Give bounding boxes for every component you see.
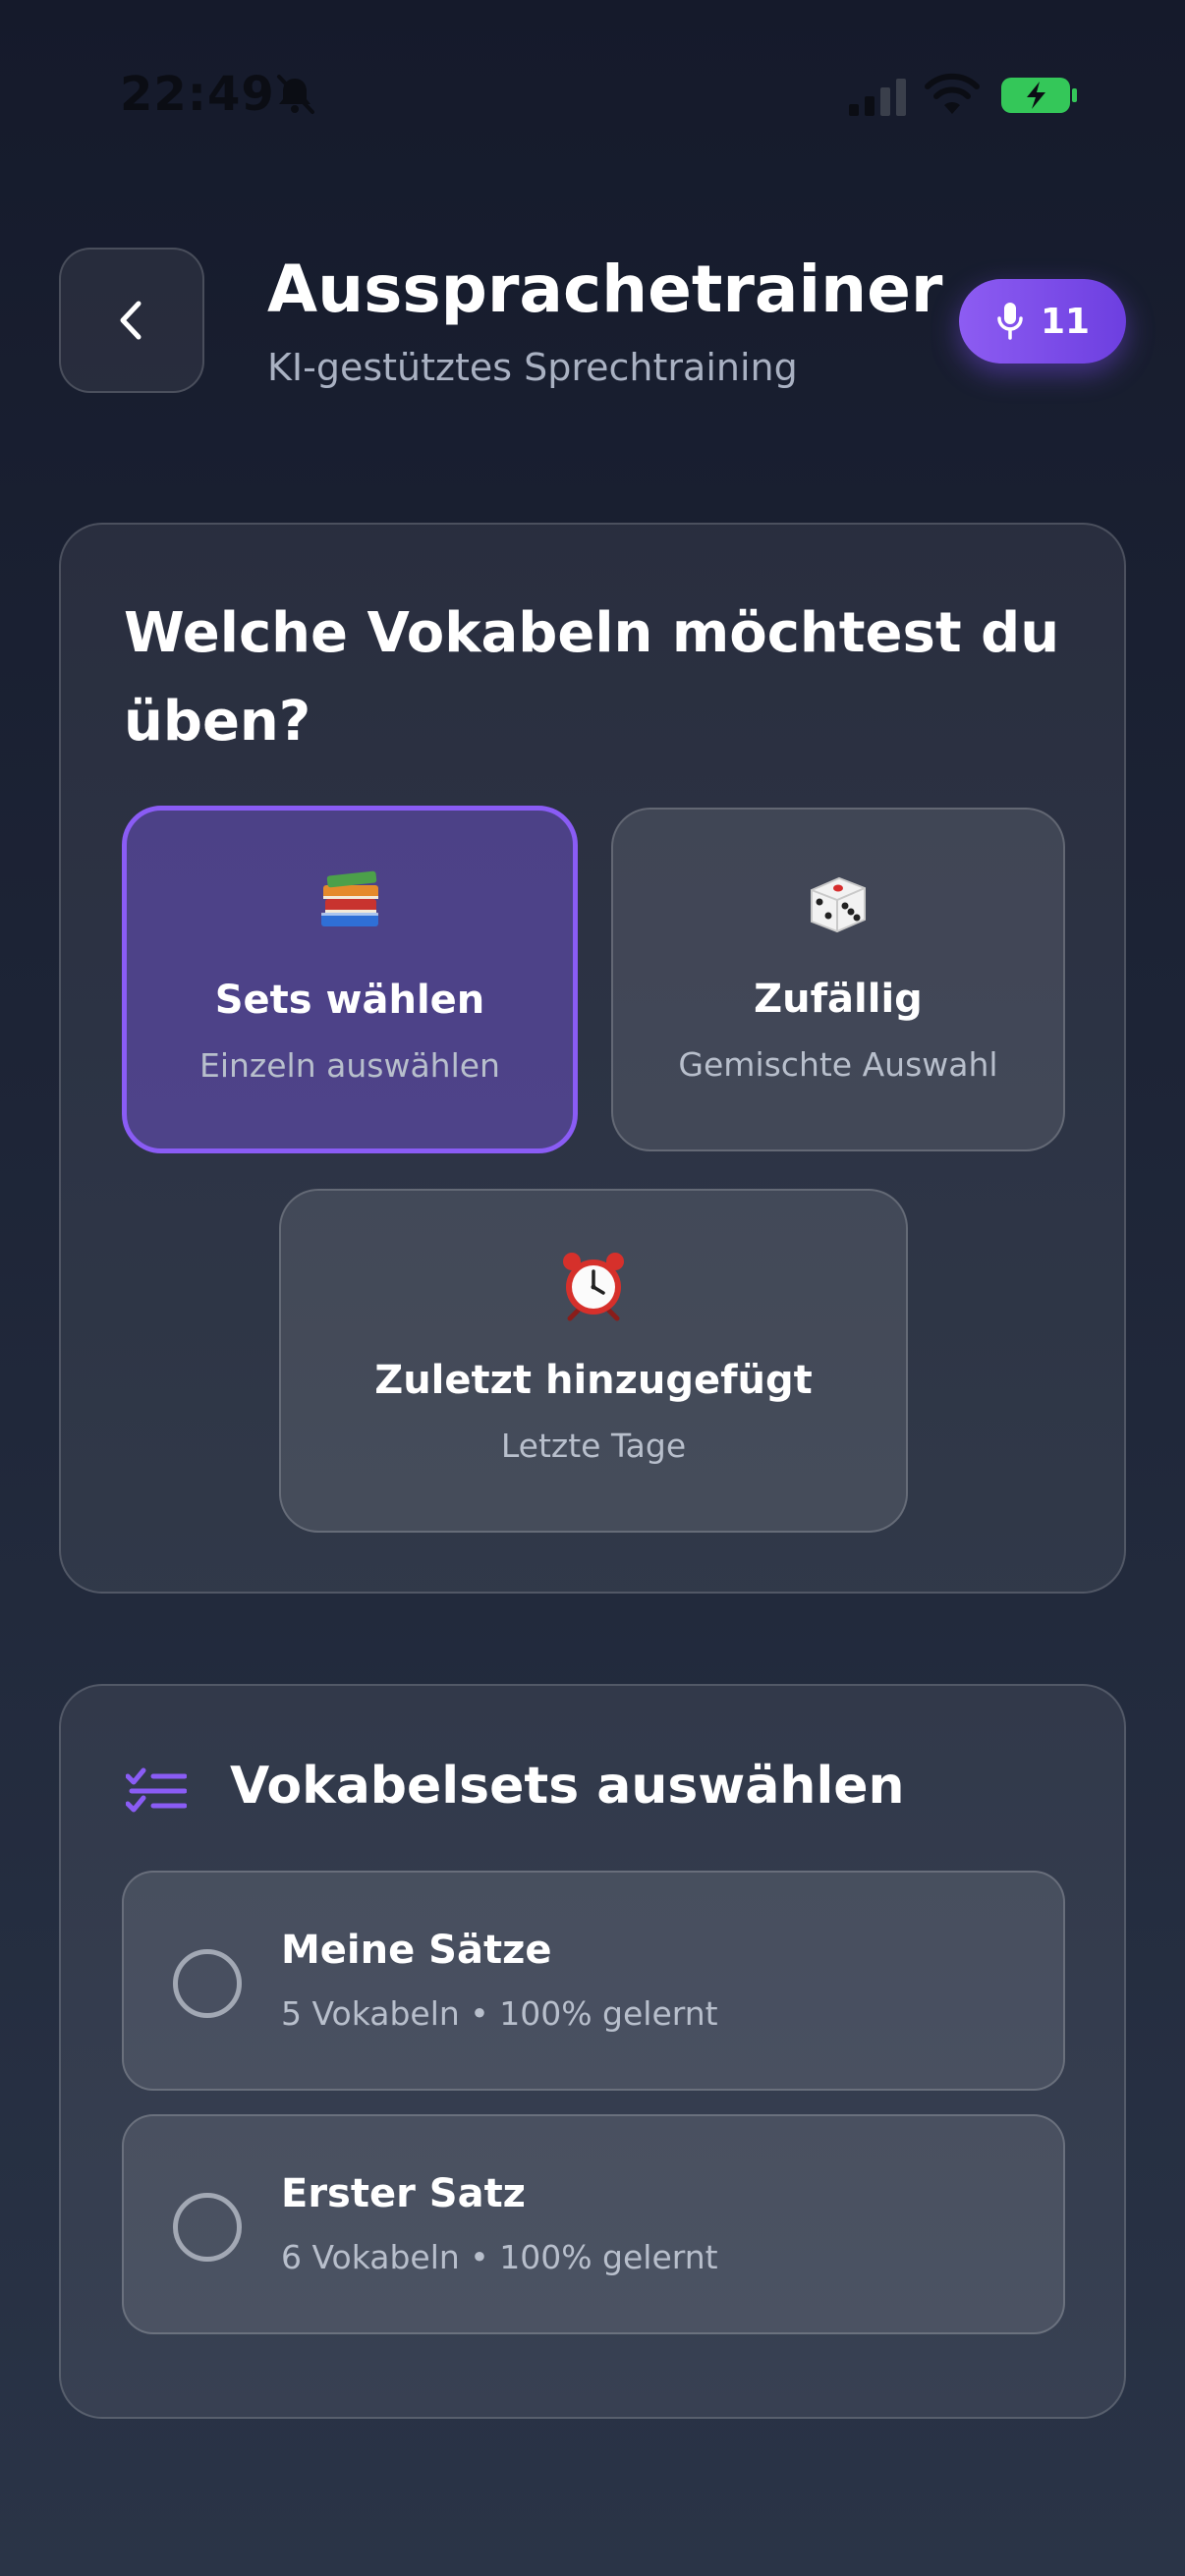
- signal-icon: [849, 79, 906, 116]
- mode-option-random[interactable]: Zufällig Gemischte Auswahl: [611, 808, 1065, 1151]
- books-emoji-icon: [321, 870, 378, 926]
- vocabulary-sets-heading: Vokabelsets auswählen: [230, 1757, 905, 1816]
- mode-option-subtitle: Letzte Tage: [500, 1427, 687, 1465]
- microphone-icon: [997, 303, 1023, 340]
- mode-option-subtitle: Gemischte Auswahl: [678, 1045, 998, 1084]
- mode-option-sets[interactable]: Sets wählen Einzeln auswählen: [122, 806, 578, 1153]
- vocabulary-set-item[interactable]: Meine Sätze 5 Vokabeln • 100% gelernt: [122, 1871, 1065, 2091]
- set-meta: 6 Vokabeln • 100% gelernt: [281, 2238, 718, 2276]
- chevron-left-icon: [120, 301, 141, 340]
- radio-button[interactable]: [173, 1949, 242, 2018]
- dice-emoji-icon: [811, 876, 866, 933]
- mode-option-title: Zufällig: [754, 977, 923, 1022]
- mode-option-title: Zuletzt hinzugefügt: [374, 1358, 813, 1403]
- mode-option-subtitle: Einzeln auswählen: [199, 1046, 500, 1085]
- battery-charging-icon: [1001, 78, 1077, 113]
- page-subtitle: KI-gestütztes Sprechtraining: [267, 346, 798, 389]
- vocabulary-set-item[interactable]: Erster Satz 6 Vokabeln • 100% gelernt: [122, 2114, 1065, 2334]
- set-name: Erster Satz: [281, 2171, 526, 2216]
- set-name: Meine Sätze: [281, 1928, 552, 1973]
- back-button[interactable]: [59, 248, 204, 393]
- page-title: Aussprachetrainer: [267, 252, 943, 327]
- credits-badge[interactable]: 11: [959, 279, 1126, 364]
- mode-selection-heading: Welche Vokabeln möchtest du üben?: [124, 601, 1060, 754]
- status-bar: 22:49: [0, 0, 1185, 196]
- vocabulary-sets-card: Vokabelsets auswählen Meine Sätze 5 Voka…: [59, 1684, 1126, 2419]
- mode-option-recent[interactable]: Zuletzt hinzugefügt Letzte Tage: [279, 1189, 908, 1533]
- alarm-clock-emoji-icon: [563, 1253, 624, 1321]
- status-time: 22:49: [120, 67, 275, 122]
- wifi-icon: [925, 73, 980, 114]
- mode-option-title: Sets wählen: [214, 978, 485, 1023]
- bell-muted-icon: [277, 75, 314, 114]
- radio-button[interactable]: [173, 2193, 242, 2262]
- checklist-icon: [126, 1767, 187, 1813]
- credits-count: 11: [1040, 301, 1091, 342]
- set-meta: 5 Vokabeln • 100% gelernt: [281, 1994, 718, 2033]
- mode-selection-card: Welche Vokabeln möchtest du üben? Sets w…: [59, 523, 1126, 1594]
